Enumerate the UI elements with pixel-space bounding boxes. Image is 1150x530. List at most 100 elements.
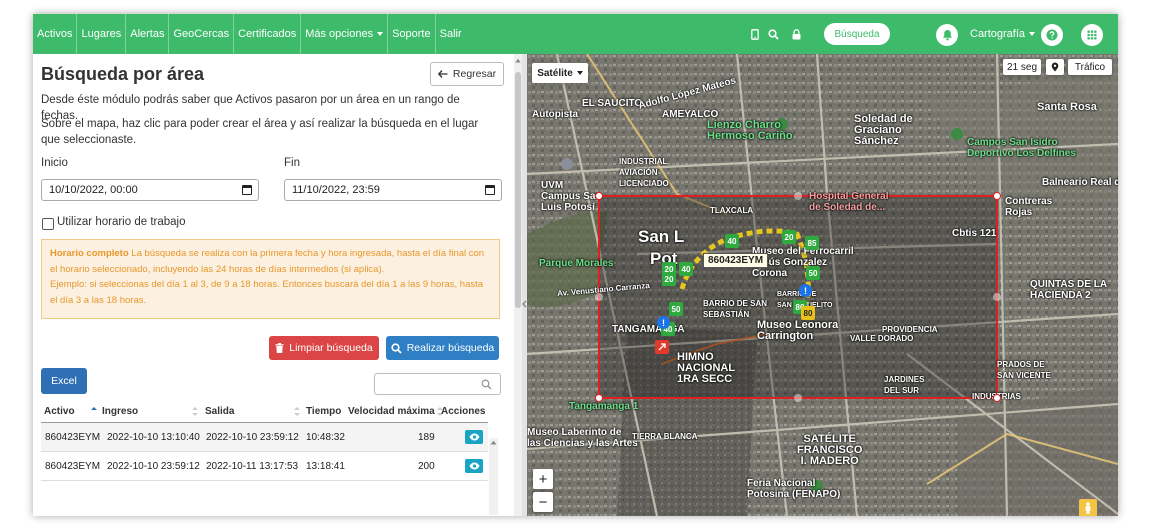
nav-item-certificados[interactable]: Certificados bbox=[234, 14, 302, 54]
navbar-search-button[interactable]: Búsqueda bbox=[824, 23, 890, 45]
area-handle[interactable] bbox=[595, 394, 603, 402]
zoom-in-button[interactable]: + bbox=[533, 469, 553, 489]
speed-marker[interactable]: 85 bbox=[805, 236, 819, 250]
mobile-icon[interactable] bbox=[748, 27, 762, 41]
scroll-up-icon[interactable] bbox=[490, 440, 497, 445]
sort-icon bbox=[294, 406, 301, 416]
question-icon bbox=[1046, 29, 1058, 41]
map-label-el-saucito: EL SAUCITO bbox=[582, 98, 643, 109]
end-label: Fin bbox=[284, 157, 300, 169]
speed-marker[interactable]: 50 bbox=[806, 266, 820, 280]
work-hours-label: Utilizar horario de trabajo bbox=[57, 216, 186, 228]
panel-scrollbar[interactable] bbox=[514, 54, 522, 516]
speed-marker[interactable]: 50 bbox=[669, 302, 683, 316]
traffic-toggle[interactable]: Tráfico bbox=[1068, 59, 1112, 75]
map-label-tlaxcala: TLAXCALA bbox=[710, 206, 754, 215]
map-view[interactable]: Autopista EL SAUCITO Adolfo López Mateos… bbox=[527, 54, 1118, 516]
start-marker-icon[interactable] bbox=[655, 340, 669, 354]
area-midpoint-handle[interactable] bbox=[794, 192, 802, 200]
map-label-jardines: JARDINES DEL SUR bbox=[884, 375, 925, 395]
calendar-icon[interactable] bbox=[242, 185, 252, 195]
area-handle[interactable] bbox=[993, 394, 1001, 402]
column-header-ingreso[interactable]: Ingreso bbox=[102, 400, 199, 422]
scroll-thumb[interactable] bbox=[515, 72, 521, 308]
page-title: Búsqueda por área bbox=[41, 64, 205, 84]
location-pin-button[interactable] bbox=[1046, 59, 1064, 75]
map-label-satelite: SATÉLITE FRANCISCO I. MADERO bbox=[797, 433, 863, 467]
help-button[interactable] bbox=[1041, 24, 1063, 46]
cell-tiempo: 13:18:41 bbox=[306, 460, 345, 472]
table-search-input[interactable] bbox=[374, 373, 501, 395]
scroll-up-icon[interactable] bbox=[515, 58, 521, 63]
column-header-tiempo[interactable]: Tiempo bbox=[306, 400, 341, 422]
zoom-out-button[interactable]: − bbox=[533, 492, 553, 512]
lock-icon[interactable] bbox=[789, 27, 803, 41]
cartografia-dropdown[interactable]: Cartografía bbox=[970, 14, 1036, 54]
nav-item-geocercas[interactable]: GeoCercas bbox=[169, 14, 235, 54]
table-scrollbar[interactable] bbox=[489, 438, 498, 515]
speed-marker[interactable]: 40 bbox=[679, 262, 693, 276]
work-hours-checkbox[interactable] bbox=[42, 218, 54, 230]
nav-item-lugares[interactable]: Lugares bbox=[77, 14, 127, 54]
cell-velocidad: 200 bbox=[418, 460, 435, 472]
speed-marker[interactable]: 80 bbox=[801, 306, 815, 320]
perform-search-button[interactable]: Realizar búsqueda bbox=[386, 336, 499, 360]
cell-velocidad: 189 bbox=[418, 431, 435, 443]
street-view-icon[interactable] bbox=[1079, 499, 1097, 516]
map-label-tangamanga1: Tangamanga 1 bbox=[569, 401, 639, 412]
map-label-parque: Parque Morales bbox=[539, 258, 614, 269]
speed-marker[interactable]: 20 bbox=[662, 262, 676, 276]
search-icon bbox=[481, 379, 492, 390]
notifications-button[interactable] bbox=[936, 24, 958, 46]
view-button[interactable] bbox=[465, 430, 483, 444]
app-window: Activos Lugares Alertas GeoCercas Certif… bbox=[33, 14, 1118, 516]
map-label-lienzo: Lienzo Charro Hermoso Cariño bbox=[707, 119, 793, 142]
excel-button[interactable]: Excel bbox=[41, 368, 87, 394]
nav-item-alertas[interactable]: Alertas bbox=[126, 14, 170, 54]
alert-marker-icon[interactable]: ! bbox=[657, 316, 670, 329]
column-header-activo[interactable]: Activo bbox=[44, 400, 97, 422]
nav-item-activos[interactable]: Activos bbox=[33, 14, 78, 54]
search-icon[interactable] bbox=[766, 27, 780, 41]
map-label-prados: PRADOS DE SAN VICENTE bbox=[997, 360, 1051, 380]
map-label-laberinto: Museo Laberinto de las Ciencias y las Ar… bbox=[527, 427, 638, 449]
nav-item-soporte[interactable]: Soporte bbox=[388, 14, 436, 54]
map-label-museo-leonora: Museo Leonora Carrington bbox=[757, 319, 839, 342]
vehicle-tag[interactable]: 860423EYM bbox=[703, 253, 769, 268]
start-label: Inicio bbox=[41, 157, 68, 169]
column-header-label: Activo bbox=[44, 405, 75, 417]
refresh-interval-control[interactable]: 21 seg bbox=[1003, 59, 1041, 75]
map-type-dropdown[interactable]: Satélite bbox=[532, 63, 588, 83]
end-date-input[interactable]: 11/10/2022, 23:59 bbox=[284, 179, 502, 201]
view-button[interactable] bbox=[465, 459, 483, 473]
clear-search-button[interactable]: Limpiar búsqueda bbox=[269, 336, 379, 360]
arrow-left-icon bbox=[437, 70, 448, 78]
speed-marker[interactable]: 20 bbox=[782, 230, 796, 244]
sort-asc-icon bbox=[90, 406, 97, 416]
search-icon bbox=[391, 342, 402, 354]
column-header-salida[interactable]: Salida bbox=[205, 400, 301, 422]
speed-marker[interactable]: 40 bbox=[725, 234, 739, 248]
info-title: Horario completo bbox=[50, 248, 129, 259]
map-label-himno: HIMNO NACIONAL 1RA SECC bbox=[677, 351, 736, 385]
calendar-icon[interactable] bbox=[485, 185, 495, 195]
start-date-input[interactable]: 10/10/2022, 00:00 bbox=[41, 179, 259, 201]
column-header-velocidad[interactable]: Velocidad máxima bbox=[348, 400, 443, 422]
area-midpoint-handle[interactable] bbox=[993, 293, 1001, 301]
mas-opciones-label: Más opciones bbox=[305, 28, 374, 40]
back-button[interactable]: Regresar bbox=[430, 62, 504, 86]
area-midpoint-handle[interactable] bbox=[794, 394, 802, 402]
nav-item-mas-opciones[interactable]: Más opciones bbox=[301, 14, 389, 54]
cell-activo: 860423EYM bbox=[45, 460, 101, 472]
area-midpoint-handle[interactable] bbox=[595, 293, 603, 301]
alert-marker-icon[interactable]: ! bbox=[799, 284, 812, 297]
cartografia-label: Cartografía bbox=[970, 28, 1026, 40]
area-handle[interactable] bbox=[595, 192, 603, 200]
bell-icon bbox=[942, 30, 952, 41]
area-handle[interactable] bbox=[993, 192, 1001, 200]
nav-item-salir[interactable]: Salir bbox=[436, 14, 466, 54]
info-example: Ejemplo: si seleccionas del día 1 al 3, … bbox=[50, 279, 484, 306]
map-label-campos: Campos San Isidro Deportivo Los Delfines bbox=[967, 137, 1076, 159]
back-label: Regresar bbox=[452, 68, 497, 80]
apps-button[interactable] bbox=[1081, 24, 1103, 46]
